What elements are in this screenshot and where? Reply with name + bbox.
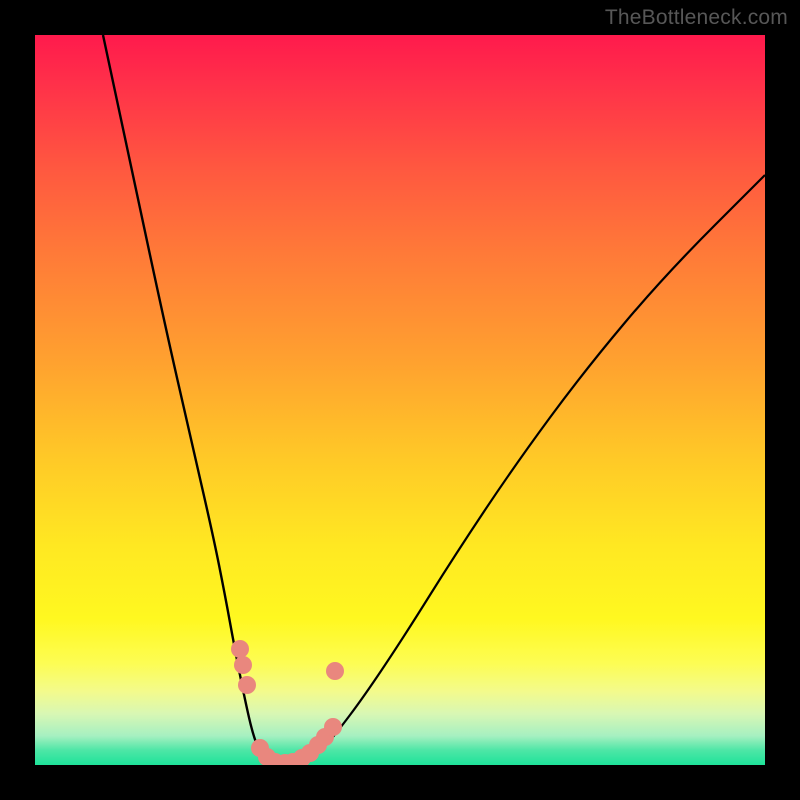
curve-overlay [35, 35, 765, 765]
data-points [231, 640, 344, 765]
curve-left [103, 35, 277, 765]
data-point [234, 656, 252, 674]
data-point [324, 718, 342, 736]
data-point [231, 640, 249, 658]
data-point [238, 676, 256, 694]
curve-right [277, 175, 765, 765]
chart-container: TheBottleneck.com [0, 0, 800, 800]
watermark-text: TheBottleneck.com [605, 6, 788, 30]
plot-area [35, 35, 765, 765]
data-point [326, 662, 344, 680]
